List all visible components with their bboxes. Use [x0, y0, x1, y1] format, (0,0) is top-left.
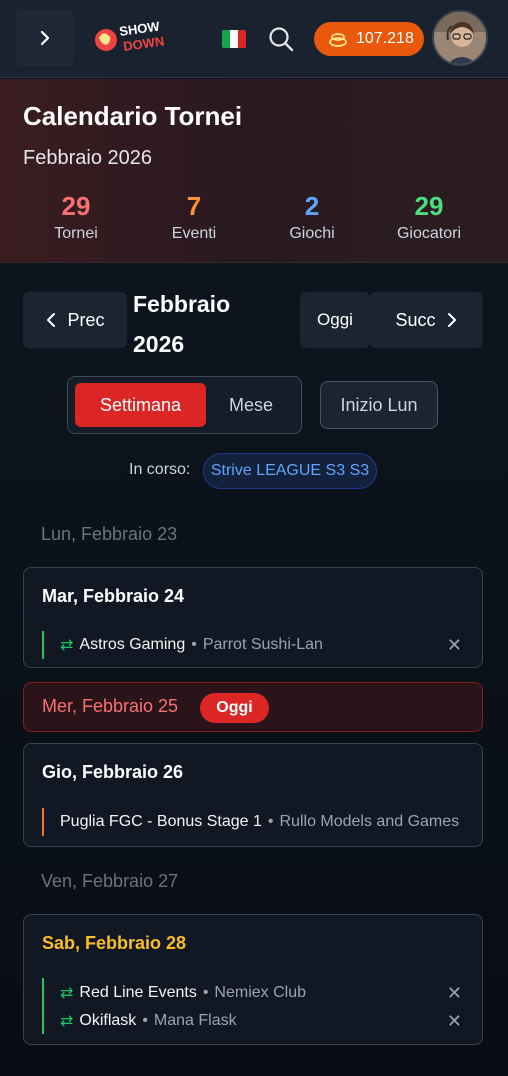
day-card: Sab, Febbraio 28 ⇄ Red Line Events • Nem… [23, 914, 483, 1045]
event-item[interactable]: ⇄ Red Line Events • Nemiex Club ✕ [42, 979, 462, 1007]
day-title: Mer, Febbraio 25 [42, 696, 179, 716]
chevron-left-icon [47, 313, 56, 327]
ongoing-label: In corso: [129, 461, 191, 478]
event-venue: Rullo Models and Games [279, 813, 460, 830]
today-button[interactable]: Oggi [300, 292, 370, 348]
event-name: Okiflask [79, 1012, 137, 1029]
stat-eventi: 7 Eventi [134, 191, 254, 243]
event-name: Puglia FGC - Bonus Stage 1 [60, 813, 262, 830]
day-label-empty: Lun, Febbraio 23 [41, 524, 178, 544]
stat-label: Eventi [171, 225, 217, 242]
view-month-button[interactable]: Mese [208, 383, 294, 427]
event-name: Red Line Events [79, 984, 197, 1001]
top-navbar: SHOW DOWN 107.218 [0, 0, 508, 78]
prev-button[interactable]: Prec [23, 292, 127, 348]
event-name: Astros Gaming [79, 636, 186, 653]
sync-icon: ⇄ [60, 985, 74, 1002]
separator: • [142, 1012, 148, 1029]
stat-value: 29 [61, 191, 91, 221]
today-badge: Oggi [200, 693, 269, 723]
close-icon[interactable]: ✕ [447, 983, 462, 1004]
chevron-right-icon [447, 313, 456, 327]
stat-tornei: 29 Tornei [16, 191, 136, 243]
coin-icon [329, 33, 347, 47]
sidebar-toggle-button[interactable] [16, 10, 74, 66]
separator: • [202, 984, 209, 1001]
week-start-button[interactable]: Inizio Lun [320, 381, 438, 429]
avatar[interactable] [432, 10, 488, 66]
italy-flag-icon[interactable] [222, 30, 246, 48]
event-venue: Parrot Sushi-Lan [202, 636, 323, 653]
sync-icon: ⇄ [60, 1013, 74, 1030]
separator: • [191, 636, 197, 653]
chevron-right-icon [40, 30, 50, 46]
stat-giochi: 2 Giochi [252, 191, 372, 243]
day-title: Sab, Febbraio 28 [42, 933, 187, 953]
day-card: Gio, Febbraio 26 Puglia FGC - Bonus Stag… [23, 743, 483, 847]
page-title: Calendario Tornei [23, 101, 243, 131]
event-item[interactable]: ⇄ Astros Gaming • Parrot Sushi-Lan ✕ [42, 631, 462, 659]
sync-icon: ⇄ [60, 637, 74, 654]
day-card: Mar, Febbraio 24 ⇄ Astros Gaming • Parro… [23, 567, 483, 668]
search-button[interactable] [266, 24, 296, 54]
stat-label: Tornei [54, 225, 98, 242]
day-title: Mar, Febbraio 24 [42, 586, 185, 606]
close-icon[interactable]: ✕ [447, 635, 462, 656]
page-subtitle: Febbraio 2026 [23, 147, 152, 169]
separator: • [267, 813, 274, 830]
stat-giocatori: 29 Giocatori [369, 191, 489, 243]
coins-balance[interactable]: 107.218 [314, 22, 424, 56]
stat-value: 2 [304, 191, 320, 221]
view-toggle: Settimana Mese [67, 376, 302, 434]
ongoing-tournament-badge[interactable]: Strive LEAGUE S3 S3 [203, 453, 377, 489]
view-week-button[interactable]: Settimana [75, 383, 206, 427]
search-icon [269, 27, 294, 52]
day-label-empty: Ven, Febbraio 27 [41, 871, 179, 891]
app-logo[interactable]: SHOW DOWN [90, 18, 170, 60]
event-item[interactable]: Puglia FGC - Bonus Stage 1 • Rullo Model… [42, 808, 462, 836]
stat-value: 29 [414, 191, 444, 221]
event-item[interactable]: ⇄ Okiflask • Mana Flask ✕ [42, 1007, 462, 1035]
today-day-card: Mer, Febbraio 25 Oggi [23, 682, 483, 732]
stat-label: Giocatori [396, 225, 462, 242]
coins-value: 107.218 [356, 30, 414, 47]
event-venue: Mana Flask [153, 1012, 237, 1029]
close-icon[interactable]: ✕ [447, 1011, 462, 1032]
current-month-label: Febbraio 2026 [133, 291, 231, 357]
stat-label: Giochi [289, 225, 335, 242]
event-venue: Nemiex Club [214, 984, 307, 1001]
calendar-header: Calendario Tornei Febbraio 2026 29 Torne… [0, 79, 508, 263]
prev-label: Prec [67, 309, 105, 330]
today-label: Oggi [317, 310, 353, 329]
next-label: Succ [395, 309, 436, 330]
next-button[interactable]: Succ [370, 292, 483, 348]
stat-value: 7 [186, 191, 202, 221]
day-title: Gio, Febbraio 26 [42, 762, 184, 782]
